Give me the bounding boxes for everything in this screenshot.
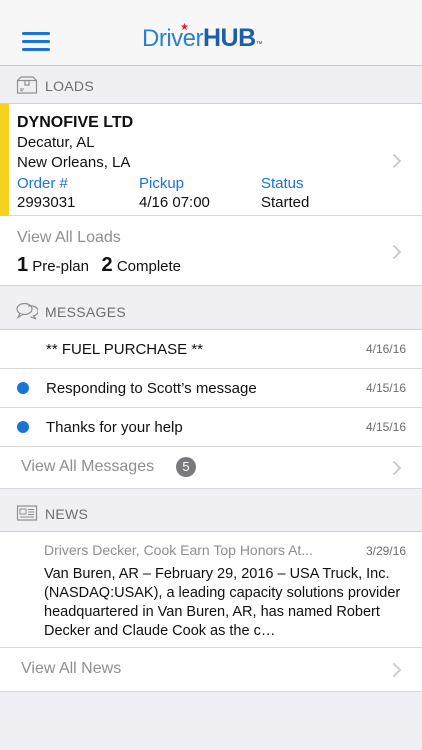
chat-bubbles-icon	[16, 302, 38, 320]
pickup-value: 4/16 07:00	[139, 194, 210, 211]
status-value: Started	[261, 194, 310, 211]
load-origin: Decatur, AL	[17, 134, 95, 151]
section-title: NEWS	[45, 506, 89, 522]
chevron-right-icon	[392, 460, 402, 476]
view-all-loads-row[interactable]: View All Loads 1 Pre-plan 2 Complete	[0, 216, 422, 286]
view-all-messages-row[interactable]: View All Messages 5	[0, 447, 422, 489]
chevron-right-icon	[392, 662, 402, 678]
message-date: 4/15/16	[365, 420, 406, 434]
app-header: ★ DriverHUB™	[0, 0, 422, 66]
order-label: Order #	[17, 175, 68, 192]
complete-count: 2	[101, 254, 113, 276]
order-value: 2993031	[17, 194, 76, 211]
message-row[interactable]: Thanks for your help 4/15/16	[0, 408, 422, 447]
star-icon: ★	[180, 22, 189, 33]
status-label: Status	[261, 175, 304, 192]
messages-section-header: MESSAGES	[0, 292, 422, 330]
news-date: 3/29/16	[365, 544, 406, 558]
preplan-label: Pre-plan	[32, 258, 89, 275]
current-load-card[interactable]: DYNOFIVE LTD Decatur, AL New Orleans, LA…	[0, 104, 422, 216]
pickup-label: Pickup	[139, 175, 185, 192]
load-company-name: DYNOFIVE LTD	[17, 114, 134, 131]
message-row[interactable]: ** FUEL PURCHASE ** 4/16/16	[0, 330, 422, 369]
package-icon	[16, 76, 38, 94]
newspaper-icon	[16, 505, 38, 521]
message-subject: Thanks for your help	[46, 419, 183, 436]
complete-label: Complete	[116, 258, 182, 275]
hamburger-menu-icon[interactable]	[22, 32, 50, 52]
view-all-news-label: View All News	[21, 660, 122, 677]
chevron-right-icon	[392, 244, 402, 260]
unread-count-badge: 5	[176, 457, 196, 477]
message-date: 4/15/16	[365, 381, 406, 395]
message-subject: ** FUEL PURCHASE **	[46, 341, 203, 358]
news-summary: Van Buren, AR – February 29, 2016 – USA …	[44, 566, 401, 639]
message-row[interactable]: Responding to Scott’s message 4/15/16	[0, 369, 422, 408]
unread-dot-icon	[17, 421, 29, 433]
view-all-news-row[interactable]: View All News	[0, 648, 422, 692]
load-destination: New Orleans, LA	[17, 154, 131, 171]
unread-dot-icon	[17, 382, 29, 394]
message-date: 4/16/16	[365, 342, 406, 356]
news-item[interactable]: Drivers Decker, Cook Earn Top Honors At.…	[0, 532, 422, 648]
view-all-messages-label: View All Messages	[21, 458, 155, 475]
load-counts: 1 Pre-plan 2 Complete	[17, 254, 181, 277]
message-subject: Responding to Scott’s message	[46, 380, 257, 397]
loads-section-header: LOADS	[0, 66, 422, 104]
preplan-count: 1	[17, 254, 29, 276]
news-section-header: NEWS	[0, 494, 422, 532]
view-all-loads-label: View All Loads	[17, 229, 121, 246]
load-accent-bar	[0, 104, 9, 216]
section-title: MESSAGES	[45, 304, 126, 320]
section-title: LOADS	[45, 78, 94, 94]
chevron-right-icon	[392, 153, 402, 169]
driverhub-logo: ★ DriverHUB™	[142, 22, 263, 52]
news-headline: Drivers Decker, Cook Earn Top Honors At.…	[44, 542, 313, 558]
